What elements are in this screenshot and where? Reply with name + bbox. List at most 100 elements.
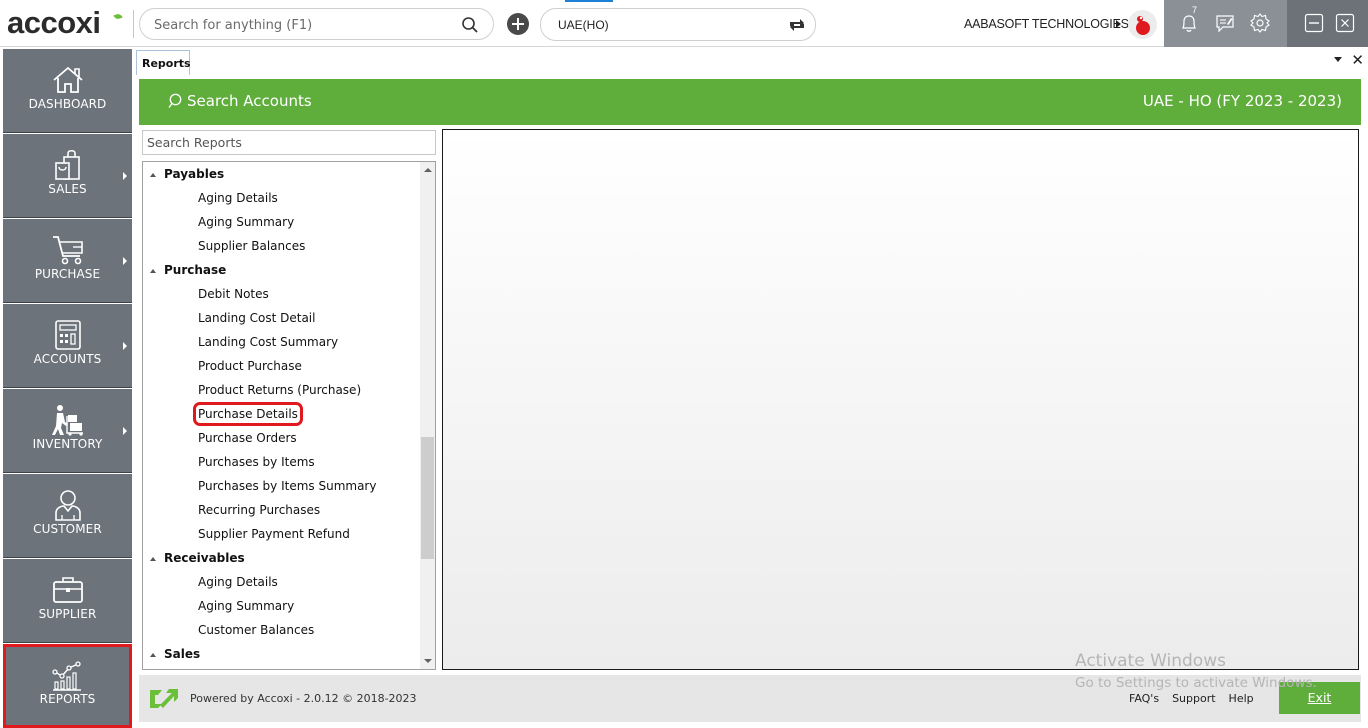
report-tree: Payables Aging Details Aging Summary Suppli… [142, 161, 436, 670]
report-item[interactable]: Supplier Payment Refund [143, 522, 419, 546]
briefcase-icon [52, 577, 83, 603]
collapse-chevron-icon[interactable] [150, 269, 156, 273]
search-reports-input[interactable] [143, 131, 435, 154]
report-item[interactable]: Landing Cost Summary [143, 330, 419, 354]
report-item-label: Product Returns (Purchase) [198, 383, 362, 397]
company-name[interactable]: AABASOFT TECHNOLOGIES [964, 17, 1129, 31]
sidebar-label: SUPPLIER [38, 607, 97, 621]
tree-scrollbar[interactable] [420, 162, 435, 669]
report-item[interactable]: Purchase Orders [143, 426, 419, 450]
search-reports-field[interactable] [142, 130, 436, 155]
report-item[interactable]: Aging Summary [143, 210, 419, 234]
tab-reports[interactable]: Reports [136, 50, 191, 75]
branch-name: UAE(HO) [558, 18, 609, 32]
minimize-icon[interactable] [1303, 12, 1325, 34]
search-icon[interactable] [461, 16, 479, 34]
report-view-panel [442, 129, 1359, 670]
sidebar-label: DASHBOARD [28, 97, 107, 111]
report-item[interactable]: Purchase Details [143, 402, 419, 426]
report-item-label: Product Purchase [198, 359, 302, 373]
report-item[interactable]: Aging Details [143, 186, 419, 210]
report-item[interactable]: Product Purchase [143, 354, 419, 378]
exit-button[interactable]: Exit [1279, 682, 1360, 714]
close-icon[interactable] [1334, 12, 1356, 34]
user-avatar[interactable] [1128, 10, 1157, 39]
report-item-label: Aging Summary [198, 599, 295, 613]
sidebar-item-purchase[interactable]: PURCHASE [3, 219, 132, 303]
faqs-link[interactable]: FAQ's [1129, 692, 1159, 705]
collapse-chevron-icon[interactable] [150, 653, 156, 657]
search-accounts-label: Search Accounts [187, 92, 312, 110]
report-item-label: Purchases by Items Summary [198, 479, 377, 493]
report-item[interactable]: Aging Summary [143, 594, 419, 618]
report-item[interactable]: Recurring Purchases [143, 498, 419, 522]
report-item-label: Supplier Balances [198, 239, 306, 253]
organization-fiscal-year: UAE - HO (FY 2023 - 2023) [1142, 92, 1342, 110]
sidebar-label: SALES [48, 182, 87, 196]
person-icon [54, 490, 81, 521]
report-item[interactable]: Debit Notes [143, 282, 419, 306]
report-item[interactable]: Aging Details [143, 570, 419, 594]
search-accounts-button[interactable]: Search Accounts [168, 92, 312, 110]
report-group-receivables[interactable]: Receivables [143, 546, 419, 570]
worker-trolley-icon [51, 405, 83, 436]
report-group-sales[interactable]: Sales [143, 642, 419, 666]
settings-gear-icon[interactable] [1249, 12, 1271, 34]
scroll-down-icon[interactable] [424, 659, 432, 663]
feedback-icon[interactable] [1214, 12, 1236, 34]
shopping-bag-icon [54, 149, 80, 180]
report-item-label: Landing Cost Summary [198, 335, 339, 349]
chart-icon [51, 661, 81, 691]
report-item-label: Debit Notes [198, 287, 269, 301]
report-item[interactable]: Purchases by Items [143, 450, 419, 474]
report-item[interactable]: Purchases by Items Summary [143, 474, 419, 498]
add-new-button[interactable] [507, 13, 529, 35]
support-link[interactable]: Support [1172, 692, 1215, 705]
report-item[interactable]: Product Returns (Purchase) [143, 378, 419, 402]
report-group-label: Receivables [164, 551, 245, 565]
avatar-icon [1136, 16, 1150, 35]
submenu-arrow-icon [123, 342, 127, 350]
tab-dropdown-icon[interactable] [1334, 57, 1342, 62]
report-group-label: Sales [164, 647, 201, 661]
report-item-label: Supplier Payment Refund [198, 527, 350, 541]
top-icon-bar [1164, 0, 1287, 47]
window-controls [1287, 0, 1368, 47]
caret-right-icon[interactable] [1116, 20, 1121, 28]
report-group-label: Purchase [164, 263, 227, 277]
submenu-arrow-icon [123, 427, 127, 435]
report-item[interactable]: Customer Balances [143, 618, 419, 642]
collapse-chevron-icon[interactable] [150, 557, 156, 561]
global-search[interactable] [139, 8, 494, 40]
home-icon [52, 66, 83, 93]
report-item-label: Purchase Orders [198, 431, 297, 445]
footer-links: FAQ's Support Help [1129, 692, 1254, 705]
submenu-arrow-icon [123, 172, 127, 180]
cart-icon [52, 236, 83, 265]
collapse-chevron-icon[interactable] [150, 173, 156, 177]
tab-close-icon[interactable]: ✕ [1351, 51, 1364, 69]
top-bar: accoxi UAE(HO) AABASOFT TECHNOLOGIES [0, 0, 1368, 47]
report-item[interactable]: Supplier Balances [143, 234, 419, 258]
sidebar-item-customer[interactable]: CUSTOMER [3, 474, 132, 558]
logo-leaf-icon [113, 12, 123, 21]
report-item[interactable]: Landing Cost Detail [143, 306, 419, 330]
global-search-input[interactable] [154, 15, 454, 35]
logo-text: accoxi [7, 5, 101, 40]
refresh-icon[interactable] [787, 16, 807, 34]
sidebar-item-reports[interactable]: REPORTS [3, 644, 132, 728]
help-link[interactable]: Help [1229, 692, 1254, 705]
branch-selector[interactable]: UAE(HO) [540, 8, 816, 41]
report-group-purchase[interactable]: Purchase [143, 258, 419, 282]
sidebar-item-dashboard[interactable]: DASHBOARD [3, 49, 132, 133]
footer: Powered by Accoxi - 2.0.12 © 2018-2023 F… [139, 675, 1361, 722]
scroll-thumb[interactable] [421, 437, 434, 559]
report-item-label: Recurring Purchases [198, 503, 321, 517]
report-group-payables[interactable]: Payables [143, 162, 419, 186]
sidebar-item-accounts[interactable]: ACCOUNTS [3, 304, 132, 388]
sidebar-item-sales[interactable]: SALES [3, 134, 132, 218]
sidebar-item-supplier[interactable]: SUPPLIER [3, 559, 132, 643]
sidebar-item-inventory[interactable]: INVENTORY [3, 389, 132, 473]
bell-icon[interactable] [1178, 12, 1200, 34]
scroll-up-icon[interactable] [424, 168, 432, 172]
